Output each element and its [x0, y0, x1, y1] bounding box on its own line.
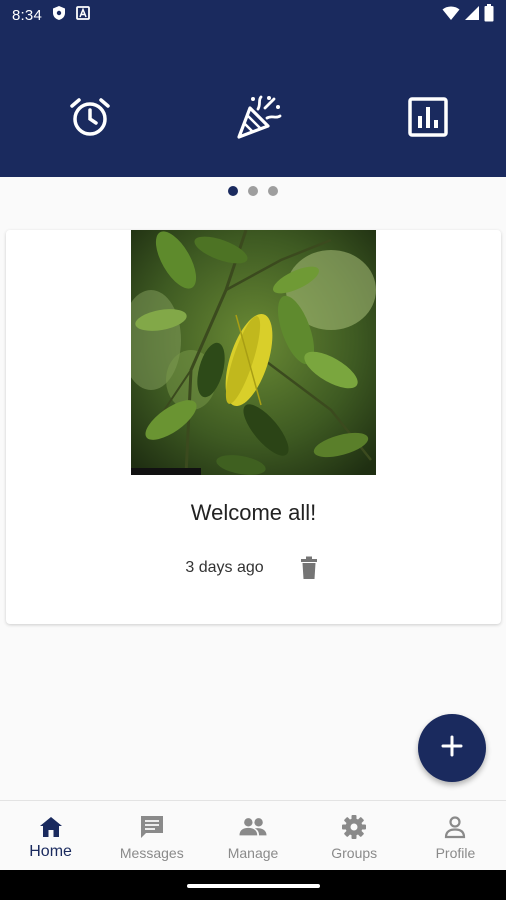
a-icon: [76, 5, 90, 25]
post-image: [131, 230, 376, 475]
message-icon: [138, 813, 166, 841]
nav-item-messages[interactable]: Messages: [101, 801, 202, 870]
battery-icon: [484, 3, 494, 27]
nav-item-groups[interactable]: Groups: [304, 801, 405, 870]
add-post-button[interactable]: [418, 714, 486, 782]
home-icon: [37, 813, 65, 841]
nav-label: Groups: [331, 845, 378, 861]
system-gesture-bar: [0, 870, 506, 900]
gear-icon: [340, 813, 368, 841]
plus-icon: [441, 735, 463, 762]
status-bar: 8:34: [0, 0, 506, 30]
nav-item-home[interactable]: Home: [0, 801, 101, 870]
nav-label: Messages: [119, 845, 184, 861]
post-time: 3 days ago: [185, 559, 264, 576]
nav-item-manage[interactable]: Manage: [202, 801, 303, 870]
bottom-navigation: Home Messages Manage Groups Profile: [0, 800, 506, 870]
page-dot[interactable]: [248, 186, 258, 196]
trash-icon[interactable]: [296, 555, 322, 581]
signal-icon: [464, 5, 480, 26]
person-icon: [441, 813, 469, 841]
nav-label: Profile: [435, 845, 476, 861]
page-dot-active[interactable]: [228, 186, 238, 196]
carousel-indicator: [0, 186, 506, 196]
wifi-icon: [442, 5, 460, 26]
party-popper-icon[interactable]: [236, 94, 282, 140]
post-meta: 3 days ago: [6, 555, 501, 581]
people-icon: [239, 813, 267, 841]
nav-label: Manage: [227, 845, 279, 861]
home-gesture-handle[interactable]: [187, 884, 320, 888]
header-banner: [0, 30, 506, 177]
nav-item-profile[interactable]: Profile: [405, 801, 506, 870]
status-time: 8:34: [12, 6, 42, 24]
post-title: Welcome all!: [190, 500, 317, 525]
page-dot[interactable]: [268, 186, 278, 196]
post-card[interactable]: Welcome all! 3 days ago: [6, 230, 501, 624]
bar-chart-icon[interactable]: [405, 94, 451, 140]
shield-icon: [52, 5, 66, 26]
alarm-clock-icon[interactable]: [67, 94, 113, 140]
nav-label: Home: [29, 843, 72, 860]
